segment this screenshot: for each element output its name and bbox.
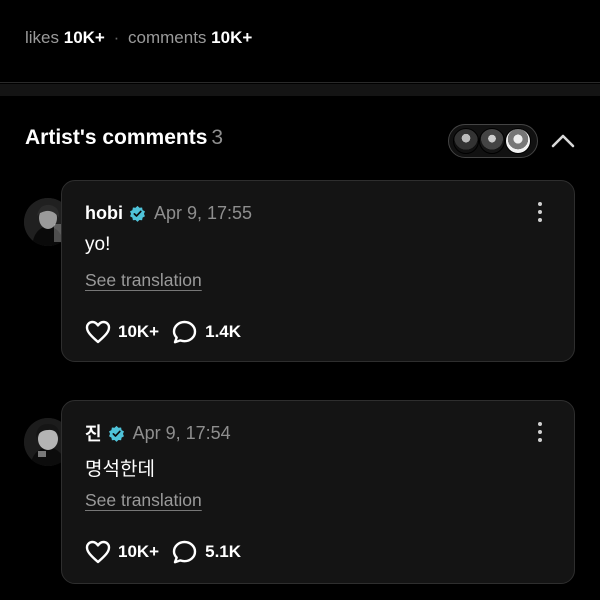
comment-item: 진 Apr 9, 17:54 명석한데 See translation 10K+… xyxy=(24,400,584,584)
heart-icon[interactable] xyxy=(84,319,112,345)
heart-icon[interactable] xyxy=(84,539,112,565)
comment-timestamp: Apr 9, 17:55 xyxy=(154,202,253,223)
section-count: 3 xyxy=(211,126,224,149)
comment-timestamp: Apr 9, 17:54 xyxy=(132,422,231,443)
stack-avatar-2 xyxy=(479,128,505,154)
section-divider xyxy=(0,84,600,96)
post-stats-bar: likes 10K+ · comments 10K+ xyxy=(0,0,600,83)
stats-separator: · xyxy=(113,28,120,47)
comment-actions: 10K+ 1.4K xyxy=(84,317,241,347)
likes-label: likes xyxy=(25,28,60,47)
author-name[interactable]: hobi xyxy=(85,203,123,224)
comments-count: 10K+ xyxy=(211,28,253,47)
verified-badge-icon xyxy=(130,205,145,222)
verified-badge-icon xyxy=(108,425,124,442)
stack-avatar-1 xyxy=(453,128,479,154)
reply-bubble-icon[interactable] xyxy=(171,539,199,565)
comment-author-line: 진 Apr 9, 17:54 xyxy=(85,421,231,445)
more-options-button[interactable] xyxy=(536,201,544,223)
comment-author-line: hobi Apr 9, 17:55 xyxy=(85,201,252,225)
collapse-button[interactable] xyxy=(549,128,577,154)
artist-avatar-stack[interactable] xyxy=(448,124,538,158)
more-vertical-icon xyxy=(538,422,542,442)
more-vertical-icon xyxy=(538,202,542,222)
reply-bubble-icon[interactable] xyxy=(171,319,199,345)
see-translation-link[interactable]: See translation xyxy=(85,490,202,511)
comment-text: 명석한데 xyxy=(85,459,155,480)
see-translation-link[interactable]: See translation xyxy=(85,270,202,291)
stack-avatar-3 xyxy=(505,128,531,154)
comment-card: 진 Apr 9, 17:54 명석한데 See translation 10K+… xyxy=(61,400,575,584)
chevron-up-icon xyxy=(551,134,575,148)
comment-card: hobi Apr 9, 17:55 yo! See translation 10… xyxy=(61,180,575,362)
like-count: 10K+ xyxy=(118,322,160,341)
section-title: Artist's comments 3 xyxy=(25,126,223,150)
reply-count: 5.1K xyxy=(205,542,242,561)
comments-label: comments xyxy=(128,28,207,47)
like-count: 10K+ xyxy=(118,542,160,561)
likes-count: 10K+ xyxy=(63,28,105,47)
reply-count: 1.4K xyxy=(205,322,242,341)
comment-actions: 10K+ 5.1K xyxy=(84,537,241,567)
comment-item: hobi Apr 9, 17:55 yo! See translation 10… xyxy=(24,180,584,362)
section-title-text: Artist's comments xyxy=(25,126,208,149)
artist-comments-header: Artist's comments 3 xyxy=(25,124,585,158)
more-options-button[interactable] xyxy=(536,421,544,443)
author-name[interactable]: 진 xyxy=(85,420,102,446)
comment-text: yo! xyxy=(85,234,111,255)
